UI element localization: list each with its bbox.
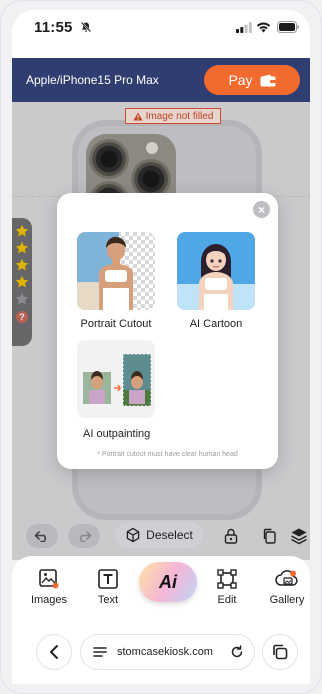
edit-action-bar: Deselect <box>12 518 310 552</box>
undo-button[interactable] <box>26 524 58 548</box>
status-time: 11:55 <box>34 19 73 36</box>
deselect-icon <box>126 527 140 543</box>
wallet-icon <box>260 74 276 86</box>
option-label: AI Cartoon <box>189 318 243 330</box>
ai-tools-modal: × Portrait Cutout AI Cartoon AI outpaint… <box>57 193 278 469</box>
layers-button[interactable] <box>287 524 311 548</box>
modal-note: * Portrait cutout must have clear human … <box>97 451 238 458</box>
crop-frame-icon <box>217 569 237 589</box>
tool-label: Edit <box>217 594 237 606</box>
redo-icon <box>79 531 92 542</box>
tool-label: Images <box>30 594 68 606</box>
browser-back-button[interactable] <box>36 634 72 670</box>
battery-icon <box>277 21 299 33</box>
deselect-button[interactable]: Deselect <box>115 522 203 548</box>
ai-outpainting-option[interactable]: AI outpainting <box>75 340 157 440</box>
phone-screen: 11:55 Apple/iPhone15 Pro Max Pay Image n… <box>0 0 322 694</box>
bell-off-icon <box>80 21 92 33</box>
top-header: Apple/iPhone15 Pro Max Pay <box>12 58 310 102</box>
bottom-tool-panel: Images Text Ai Edit Gallery <box>12 556 310 622</box>
browser-tabs-button[interactable] <box>262 634 298 670</box>
undo-icon <box>34 531 47 542</box>
ai-outpainting-thumbnail <box>77 340 155 418</box>
url-bar[interactable]: stomcasekiosk.com <box>80 634 255 670</box>
text-tool[interactable]: Text <box>83 568 133 606</box>
device-model-label[interactable]: Apple/iPhone15 Pro Max <box>26 73 159 87</box>
layers-icon <box>291 528 307 545</box>
wifi-icon <box>256 22 271 33</box>
redo-button[interactable] <box>68 524 100 548</box>
tool-label: Gallery <box>269 594 305 606</box>
deselect-label: Deselect <box>146 528 193 542</box>
tabs-icon <box>273 644 288 660</box>
ai-cartoon-option[interactable]: AI Cartoon <box>175 232 257 330</box>
option-label: AI outpainting <box>83 428 151 440</box>
images-tool[interactable]: Images <box>24 568 74 606</box>
tool-label: Text <box>97 594 119 606</box>
ai-label: Ai <box>159 571 177 592</box>
url-text: stomcasekiosk.com <box>117 646 213 658</box>
reload-icon[interactable] <box>230 645 244 659</box>
browser-toolbar: stomcasekiosk.com <box>12 622 310 684</box>
ai-tools-button[interactable]: Ai <box>139 562 197 602</box>
pay-label: Pay <box>228 72 253 88</box>
portrait-cutout-option[interactable]: Portrait Cutout <box>75 232 157 330</box>
duplicate-button[interactable] <box>257 524 281 548</box>
text-icon <box>98 569 118 589</box>
option-label: Portrait Cutout <box>80 318 152 330</box>
signal-icon <box>236 22 252 33</box>
ai-cartoon-thumbnail <box>177 232 255 310</box>
chevron-left-icon <box>50 645 58 659</box>
edit-tool[interactable]: Edit <box>202 568 252 606</box>
gallery-cloud-icon <box>275 570 298 586</box>
lock-icon <box>224 528 238 544</box>
copy-icon <box>263 528 276 544</box>
gallery-tool[interactable]: Gallery <box>262 568 312 606</box>
pay-button[interactable]: Pay <box>204 65 300 95</box>
close-icon[interactable]: × <box>253 201 270 218</box>
image-icon <box>39 569 59 589</box>
lock-button[interactable] <box>219 524 243 548</box>
portrait-cutout-thumbnail <box>77 232 155 310</box>
menu-icon <box>93 647 107 657</box>
